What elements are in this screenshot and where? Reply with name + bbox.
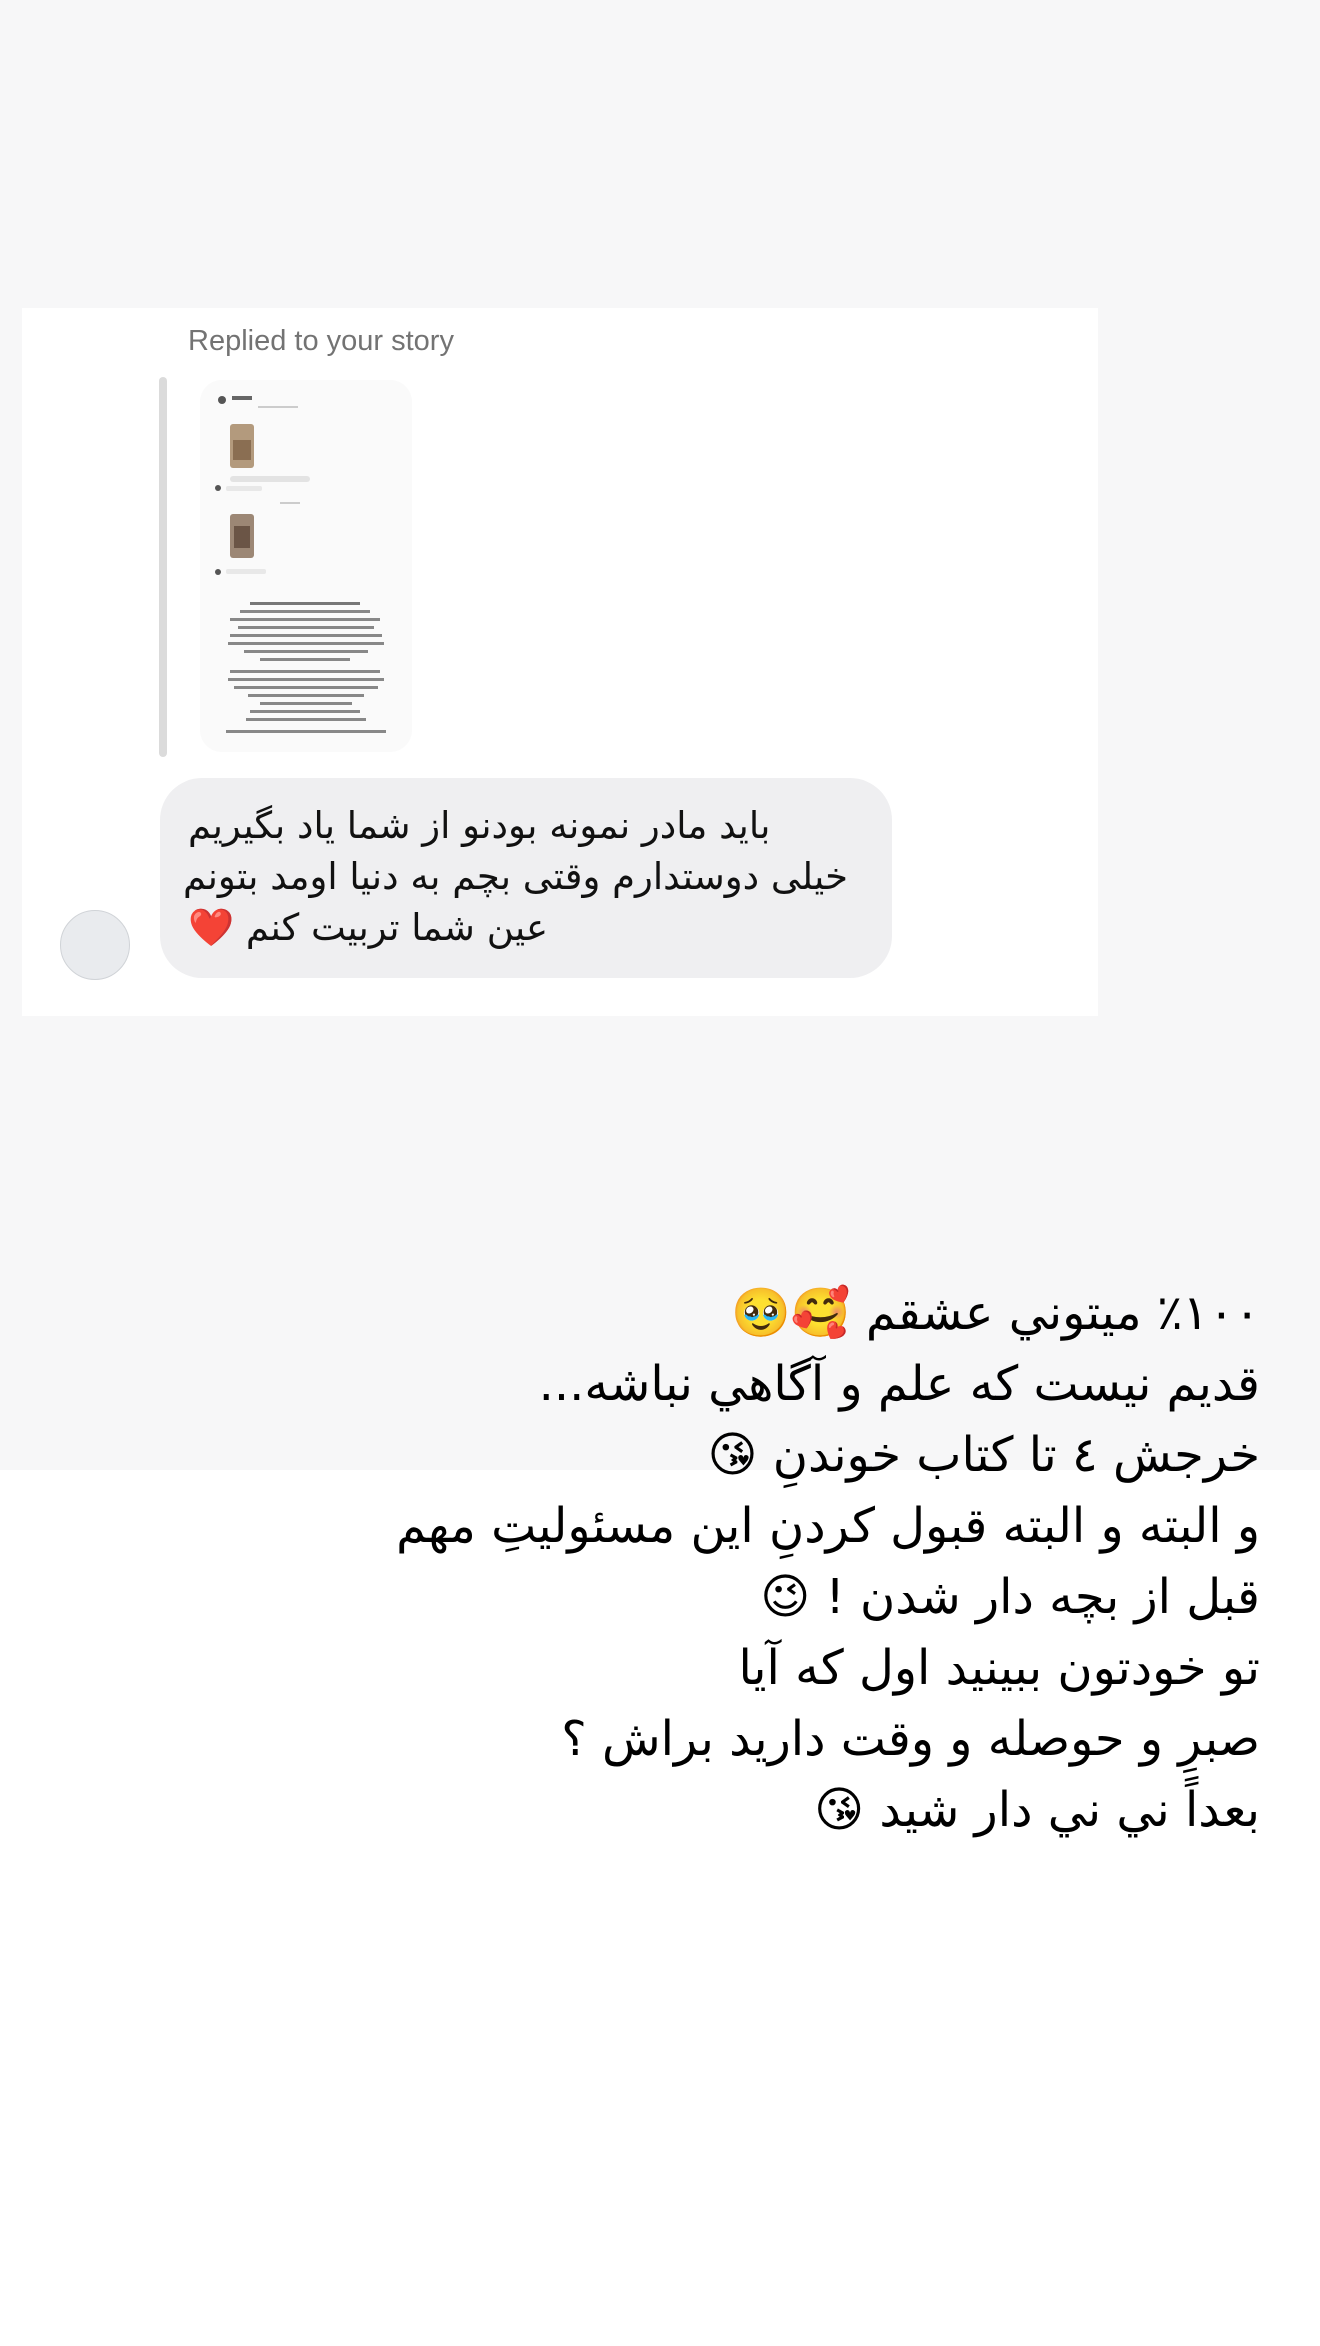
caption-line-4: و البته و البته قبول كردنِ اين مسئوليتِ … <box>396 1498 1260 1554</box>
message-line-3: عین شما تربیت کنم ❤️ <box>188 906 549 949</box>
caption-line-6: تو خودتون ببينيد اول كه آيا <box>738 1640 1260 1696</box>
message-text: باید مادر نمونه بودنو از شما یاد بگیریم … <box>182 800 848 953</box>
avatar[interactable] <box>60 910 130 980</box>
story-caption-text: ١٠٠٪ ميتوني عشقم 🥰🥹 قديم نيست كه علم و آ… <box>380 1278 1260 1846</box>
story-thumbnail-image <box>200 380 412 752</box>
replied-to-story-label: Replied to your story <box>188 325 454 357</box>
caption-line-7: صبرِ و حوصله و وقت داريد براش ؟ <box>561 1711 1260 1767</box>
story-thumbnail[interactable] <box>200 380 412 752</box>
caption-line-5: قبل از بچه دار شدن ! 😉 <box>760 1569 1260 1625</box>
caption-line-1: ١٠٠٪ ميتوني عشقم 🥰🥹 <box>731 1285 1260 1341</box>
caption-line-8: بعداً ني ني دار شيد 😘 <box>814 1782 1260 1838</box>
reply-quote-bar <box>159 377 167 757</box>
caption-line-3: خرجش ٤ تا كتاب خوندنِ 😘 <box>707 1427 1260 1483</box>
caption-line-2: قديم نيست كه علم و آگاهي نباشه... <box>538 1356 1260 1412</box>
message-line-1: باید مادر نمونه بودنو از شما یاد بگیریم <box>188 804 771 847</box>
message-line-2: خیلی دوستدارم وقتی بچم به دنیا اومد بتون… <box>182 855 848 898</box>
